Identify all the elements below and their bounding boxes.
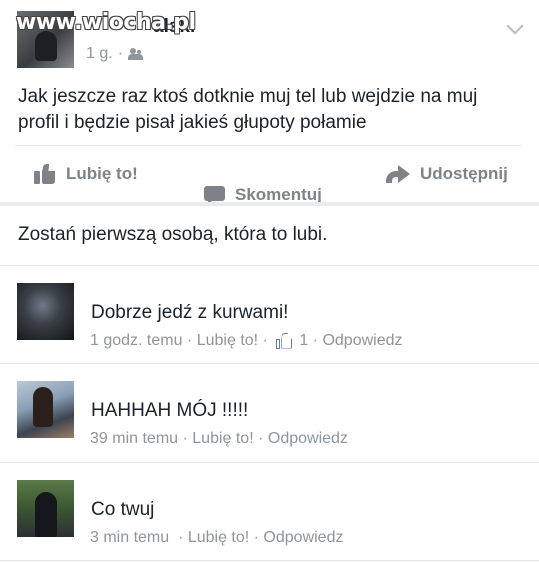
meta-separator: · bbox=[249, 529, 264, 546]
comment-reply-link[interactable]: Odpowiedz bbox=[322, 332, 402, 350]
likes-summary[interactable]: Zostań pierwszą osobą, która to lubi. bbox=[18, 224, 327, 246]
comment-item: HAHHAH MÓJ !!!!! 39 min temu · Lubię to!… bbox=[0, 363, 539, 461]
comment-meta: 39 min temu · Lubię to! · Odpowiedz bbox=[90, 430, 348, 448]
post-text: Jak jeszcze raz ktoś dotknie muj tel lub… bbox=[18, 86, 478, 133]
comment-text: Co twuj bbox=[91, 499, 155, 520]
share-button[interactable]: Udostępnij bbox=[386, 146, 508, 202]
like-button[interactable]: Lubię to! bbox=[34, 146, 138, 202]
post-header: www.wiocha.pl alski 1 g. · bbox=[0, 0, 539, 72]
comment-text: Dobrze jedź z kurwami! bbox=[91, 302, 289, 323]
commenter-avatar[interactable] bbox=[17, 480, 74, 537]
post-meta: 1 g. · bbox=[86, 45, 144, 63]
commenter-avatar[interactable] bbox=[17, 381, 74, 438]
comment-meta: 1 godz. temu · Lubię to! · 1 · Odpowiedz bbox=[90, 332, 403, 350]
meta-separator: · bbox=[258, 332, 273, 349]
comment-like-count[interactable]: 1 bbox=[299, 332, 308, 350]
watermark: www.wiocha.pl bbox=[16, 10, 196, 35]
meta-separator: · bbox=[178, 430, 193, 447]
share-arrow-icon bbox=[386, 165, 410, 183]
section-divider bbox=[0, 202, 539, 206]
thumbs-up-icon bbox=[34, 164, 56, 184]
like-label: Lubię to! bbox=[66, 164, 138, 183]
comment-time[interactable]: 39 min temu bbox=[90, 430, 178, 448]
comment-item: Dobrze jedź z kurwami! 1 godz. temu · Lu… bbox=[0, 265, 539, 363]
chevron-down-icon[interactable] bbox=[506, 17, 524, 35]
share-label: Udostępnij bbox=[420, 164, 508, 183]
thumbs-up-icon bbox=[276, 333, 293, 350]
comment-reply-link[interactable]: Odpowiedz bbox=[268, 430, 348, 448]
divider bbox=[0, 560, 539, 561]
comment-meta: 3 min temu · Lubię to! · Odpowiedz bbox=[90, 529, 343, 547]
commenter-avatar[interactable] bbox=[17, 283, 74, 340]
post-time[interactable]: 1 g. bbox=[86, 45, 113, 63]
comment-text: HAHHAH MÓJ !!!!! bbox=[91, 400, 249, 421]
friends-audience-icon[interactable] bbox=[128, 48, 144, 60]
post-actions: Lubię to! Skomentuj Udostępnij bbox=[0, 146, 539, 205]
comment-like-link[interactable]: Lubię to! bbox=[192, 430, 253, 448]
comment-item: Co twuj 3 min temu · Lubię to! · Odpowie… bbox=[0, 462, 539, 560]
meta-separator: · bbox=[117, 45, 124, 62]
comment-like-link[interactable]: Lubię to! bbox=[197, 332, 258, 350]
comment-time[interactable]: 3 min temu bbox=[90, 529, 169, 547]
meta-separator: · bbox=[169, 529, 188, 546]
comment-reply-link[interactable]: Odpowiedz bbox=[263, 529, 343, 547]
meta-separator: · bbox=[253, 430, 268, 447]
comment-time[interactable]: 1 godz. temu bbox=[90, 332, 183, 350]
comment-like-link[interactable]: Lubię to! bbox=[188, 529, 249, 547]
meta-separator: · bbox=[308, 332, 323, 349]
meta-separator: · bbox=[182, 332, 197, 349]
